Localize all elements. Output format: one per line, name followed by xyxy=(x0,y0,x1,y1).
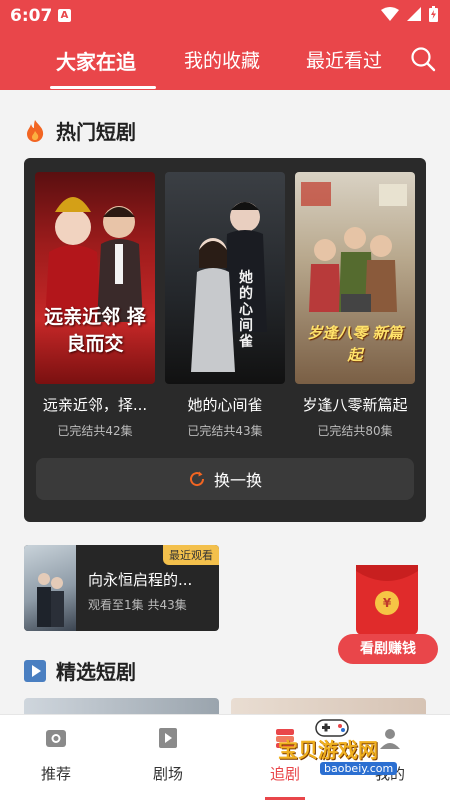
status-time: 6:07 xyxy=(10,6,53,26)
drama-card[interactable]: 远亲近邻 择良而交 远亲近邻，择... 已完结共42集 xyxy=(35,172,155,438)
swap-label: 换一换 xyxy=(213,471,262,490)
poster-title: 她的心间雀 xyxy=(239,270,253,350)
drama-title[interactable]: 远亲近邻，择... xyxy=(29,394,161,415)
battery-icon xyxy=(429,6,438,22)
tab-recently-watched[interactable]: 最近看过 xyxy=(306,46,382,73)
fire-icon xyxy=(27,119,44,142)
nav-label: 推荐 xyxy=(40,765,71,783)
drama-poster[interactable]: 岁逢八零 新篇起 xyxy=(295,172,415,384)
coin-icon: ¥ xyxy=(375,591,399,615)
recently-watched-card[interactable]: 最近观看 向永恒启程的... 观看至1集 共43集 xyxy=(24,545,219,631)
active-tab-indicator xyxy=(50,86,156,89)
nav-recommend[interactable]: 推荐 xyxy=(21,725,91,784)
hot-section-header: 热门短剧 xyxy=(24,116,136,145)
search-icon[interactable] xyxy=(410,46,436,72)
swap-button[interactable]: 换一换 xyxy=(36,458,414,500)
poster-title: 远亲近邻 择良而交 xyxy=(44,306,146,355)
nav-label: 剧场 xyxy=(152,765,183,783)
recent-progress: 观看至1集 共43集 xyxy=(88,598,187,612)
hot-dramas-panel: 远亲近邻 择良而交 远亲近邻，择... 已完结共42集 她的心间雀 她的心间雀 … xyxy=(24,158,426,522)
signal-icon xyxy=(407,7,421,21)
film-icon xyxy=(159,728,177,748)
tab-favorites[interactable]: 我的收藏 xyxy=(184,46,260,73)
poster-title: 岁逢八零 新篇起 xyxy=(307,324,403,364)
status-bar: 6:07 A xyxy=(0,0,450,32)
drama-card[interactable]: 她的心间雀 她的心间雀 已完结共43集 xyxy=(165,172,285,438)
recent-title[interactable]: 向永恒启程的... xyxy=(88,569,192,590)
red-envelope-icon[interactable]: ¥ xyxy=(356,565,418,635)
tab-following[interactable]: 大家在追 xyxy=(56,46,136,75)
notification-icon: A xyxy=(58,9,71,22)
drama-card[interactable]: 岁逢八零 新篇起 岁逢八零新篇起 已完结共80集 xyxy=(295,172,415,438)
selected-section-title: 精选短剧 xyxy=(56,660,136,684)
earn-money-button[interactable]: 看剧赚钱 xyxy=(338,634,438,664)
status-icons xyxy=(381,6,438,22)
hot-section-title: 热门短剧 xyxy=(56,120,136,144)
drama-episode-count: 已完结共42集 xyxy=(57,424,133,438)
recent-thumbnail[interactable] xyxy=(24,545,76,631)
play-icon xyxy=(24,659,46,682)
drama-poster[interactable]: 她的心间雀 xyxy=(165,172,285,384)
drama-title[interactable]: 岁逢八零新篇起 xyxy=(289,394,421,415)
drama-episode-count: 已完结共80集 xyxy=(317,424,393,438)
wifi-icon xyxy=(381,7,399,21)
refresh-icon xyxy=(190,471,204,487)
recent-badge: 最近观看 xyxy=(163,545,219,565)
top-nav: 大家在追 我的收藏 最近看过 xyxy=(0,32,450,90)
camera-icon xyxy=(46,730,66,747)
watermark-site: baobeiy.com xyxy=(320,762,398,775)
watermark-name: 宝贝游戏网 xyxy=(278,738,378,762)
drama-episode-count: 已完结共43集 xyxy=(187,424,263,438)
nav-theater[interactable]: 剧场 xyxy=(133,725,203,784)
selected-section-header: 精选短剧 xyxy=(24,656,136,685)
drama-poster[interactable]: 远亲近邻 择良而交 xyxy=(35,172,155,384)
drama-title[interactable]: 她的心间雀 xyxy=(159,394,291,415)
watermark: 宝贝游戏网 baobeiy.com xyxy=(268,716,418,780)
